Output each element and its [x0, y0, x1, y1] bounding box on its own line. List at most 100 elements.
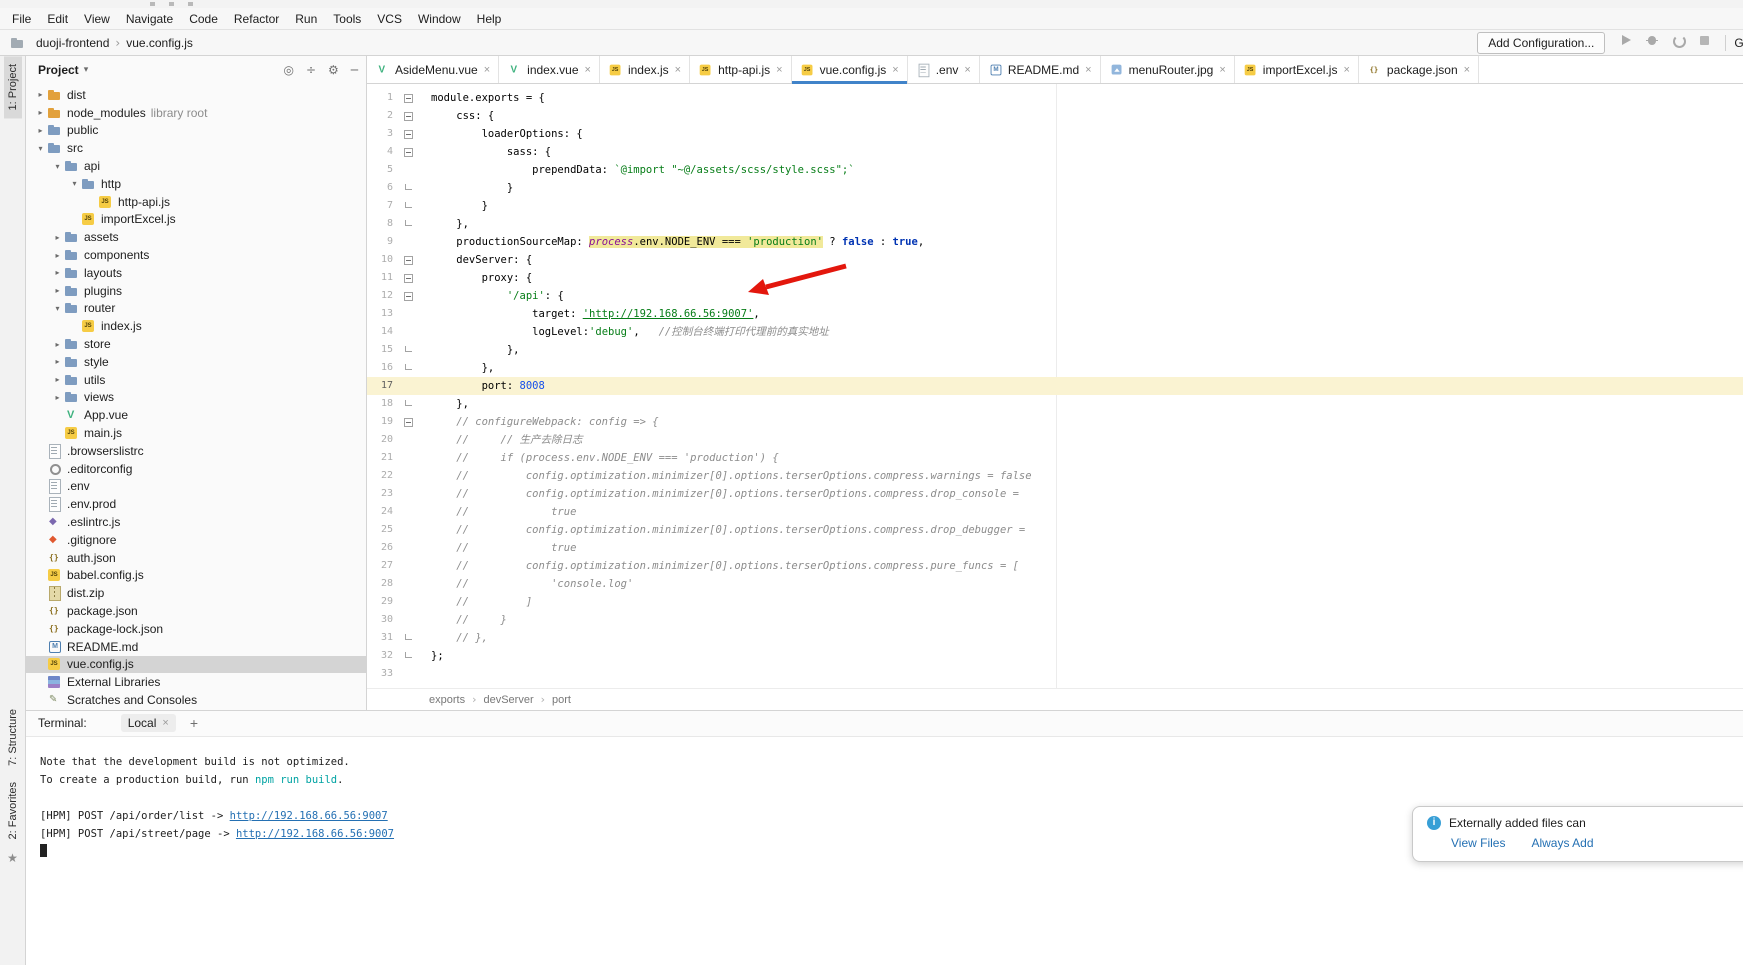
tree-collapsed-icon[interactable]: ▸: [34, 90, 47, 99]
menu-run[interactable]: Run: [287, 9, 325, 29]
code-editor[interactable]: 1module.exports = {2 css: {3 loaderOptio…: [367, 84, 1743, 688]
breadcrumb-port[interactable]: port: [552, 694, 571, 706]
tree-item-public[interactable]: ▸public: [26, 122, 366, 140]
tab-index-vue[interactable]: index.vue×: [499, 56, 600, 83]
line-number[interactable]: 13: [367, 305, 397, 323]
line-number[interactable]: 6: [367, 179, 397, 197]
close-tab-icon[interactable]: ×: [1464, 64, 1470, 76]
sync-icon[interactable]: [1670, 32, 1686, 48]
tab-package-json[interactable]: package.json×: [1359, 56, 1479, 83]
tree-item-auth-json[interactable]: auth.json: [26, 549, 366, 567]
tree-item-env-prod[interactable]: .env.prod: [26, 495, 366, 513]
line-number[interactable]: 21: [367, 449, 397, 467]
menu-tools[interactable]: Tools: [325, 9, 369, 29]
code-line[interactable]: 32};: [367, 647, 1743, 665]
close-tab-icon[interactable]: ×: [484, 64, 490, 76]
line-number[interactable]: 11: [367, 269, 397, 287]
fold-close-icon[interactable]: [397, 629, 419, 647]
code-line[interactable]: 29 // ]: [367, 593, 1743, 611]
line-number[interactable]: 14: [367, 323, 397, 341]
line-number[interactable]: 12: [367, 287, 397, 305]
stripe-structure-button[interactable]: 7: Structure: [4, 701, 22, 774]
tree-item-browserslistrc[interactable]: .browserslistrc: [26, 442, 366, 460]
tree-item-scratches-and-consoles[interactable]: Scratches and Consoles: [26, 691, 366, 709]
breadcrumb-devserver[interactable]: devServer: [483, 694, 533, 706]
tree-item-dist[interactable]: ▸dist: [26, 86, 366, 104]
code-line[interactable]: 19 // configureWebpack: config => {: [367, 413, 1743, 431]
tree-item-node-modules[interactable]: ▸node_moduleslibrary root: [26, 104, 366, 122]
line-number[interactable]: 8: [367, 215, 397, 233]
project-view-dropdown-icon[interactable]: ▾: [84, 65, 89, 75]
tree-collapsed-icon[interactable]: ▸: [51, 375, 64, 384]
project-panel-title[interactable]: Project: [38, 63, 79, 77]
close-tab-icon[interactable]: ×: [1085, 64, 1091, 76]
fold-open-icon[interactable]: [397, 251, 419, 269]
menu-vcs[interactable]: VCS: [369, 9, 410, 29]
code-line[interactable]: 30 // }: [367, 611, 1743, 629]
tree-item-index-js[interactable]: index.js: [26, 317, 366, 335]
tree-item-utils[interactable]: ▸utils: [26, 371, 366, 389]
tree-item-vue-config-js[interactable]: vue.config.js: [26, 656, 366, 674]
code-line[interactable]: 9 productionSourceMap: process.env.NODE_…: [367, 233, 1743, 251]
tree-collapsed-icon[interactable]: ▸: [51, 393, 64, 402]
tree-expanded-icon[interactable]: ▾: [68, 179, 81, 188]
line-number[interactable]: 32: [367, 647, 397, 665]
terminal-cursor[interactable]: [40, 844, 47, 857]
tab-readme-md[interactable]: README.md×: [980, 56, 1101, 83]
tree-item-main-js[interactable]: main.js: [26, 424, 366, 442]
code-line[interactable]: 24 // true: [367, 503, 1743, 521]
code-line[interactable]: 3 loaderOptions: {: [367, 125, 1743, 143]
code-line[interactable]: 4 sass: {: [367, 143, 1743, 161]
tree-expanded-icon[interactable]: ▾: [51, 162, 64, 171]
tree-item-api[interactable]: ▾api: [26, 157, 366, 175]
tree-item-components[interactable]: ▸components: [26, 246, 366, 264]
line-number[interactable]: 26: [367, 539, 397, 557]
code-line[interactable]: 11 proxy: {: [367, 269, 1743, 287]
tree-item-plugins[interactable]: ▸plugins: [26, 282, 366, 300]
fold-close-icon[interactable]: [397, 179, 419, 197]
tree-item-views[interactable]: ▸views: [26, 389, 366, 407]
tree-item-style[interactable]: ▸style: [26, 353, 366, 371]
breadcrumb-exports[interactable]: exports: [429, 694, 465, 706]
line-number[interactable]: 7: [367, 197, 397, 215]
close-tab-icon[interactable]: ×: [1219, 64, 1225, 76]
terminal-title[interactable]: Terminal:: [38, 716, 87, 730]
fold-close-icon[interactable]: [397, 395, 419, 413]
code-line[interactable]: 17 port: 8008: [367, 377, 1743, 395]
line-number[interactable]: 9: [367, 233, 397, 251]
line-number[interactable]: 17: [367, 377, 397, 395]
code-line[interactable]: 22 // config.optimization.minimizer[0].o…: [367, 467, 1743, 485]
line-number[interactable]: 27: [367, 557, 397, 575]
line-number[interactable]: 16: [367, 359, 397, 377]
locate-icon[interactable]: ◎: [283, 63, 293, 77]
line-number[interactable]: 19: [367, 413, 397, 431]
line-number[interactable]: 25: [367, 521, 397, 539]
code-line[interactable]: 16 },: [367, 359, 1743, 377]
view-files-link[interactable]: View Files: [1451, 836, 1505, 850]
add-configuration-button[interactable]: Add Configuration...: [1477, 32, 1605, 54]
fold-close-icon[interactable]: [397, 215, 419, 233]
stop-icon[interactable]: [1696, 32, 1712, 48]
stripe-project-button[interactable]: 1: Project: [4, 56, 22, 118]
line-number[interactable]: 30: [367, 611, 397, 629]
line-number[interactable]: 4: [367, 143, 397, 161]
tree-item-http[interactable]: ▾http: [26, 175, 366, 193]
code-line[interactable]: 6 }: [367, 179, 1743, 197]
tab-asidemenu-vue[interactable]: AsideMenu.vue×: [367, 56, 499, 83]
breadcrumb-project[interactable]: duoji-frontend: [36, 36, 109, 50]
line-number[interactable]: 20: [367, 431, 397, 449]
favorites-star-icon[interactable]: ★: [7, 851, 18, 865]
line-number[interactable]: 24: [367, 503, 397, 521]
close-tab-icon[interactable]: ×: [776, 64, 782, 76]
code-line[interactable]: 27 // config.optimization.minimizer[0].o…: [367, 557, 1743, 575]
code-line[interactable]: 21 // if (process.env.NODE_ENV === 'prod…: [367, 449, 1743, 467]
close-tab-icon[interactable]: ×: [675, 64, 681, 76]
tree-collapsed-icon[interactable]: ▸: [51, 340, 64, 349]
code-line[interactable]: 23 // config.optimization.minimizer[0].o…: [367, 485, 1743, 503]
stripe-favorites-button[interactable]: 2: Favorites: [4, 774, 22, 847]
tab-vue-config-js[interactable]: vue.config.js×: [792, 56, 908, 83]
tab-env[interactable]: .env×: [908, 56, 980, 83]
tree-item-dist-zip[interactable]: dist.zip: [26, 584, 366, 602]
tree-collapsed-icon[interactable]: ▸: [51, 233, 64, 242]
code-line[interactable]: 5 prependData: `@import "~@/assets/scss/…: [367, 161, 1743, 179]
